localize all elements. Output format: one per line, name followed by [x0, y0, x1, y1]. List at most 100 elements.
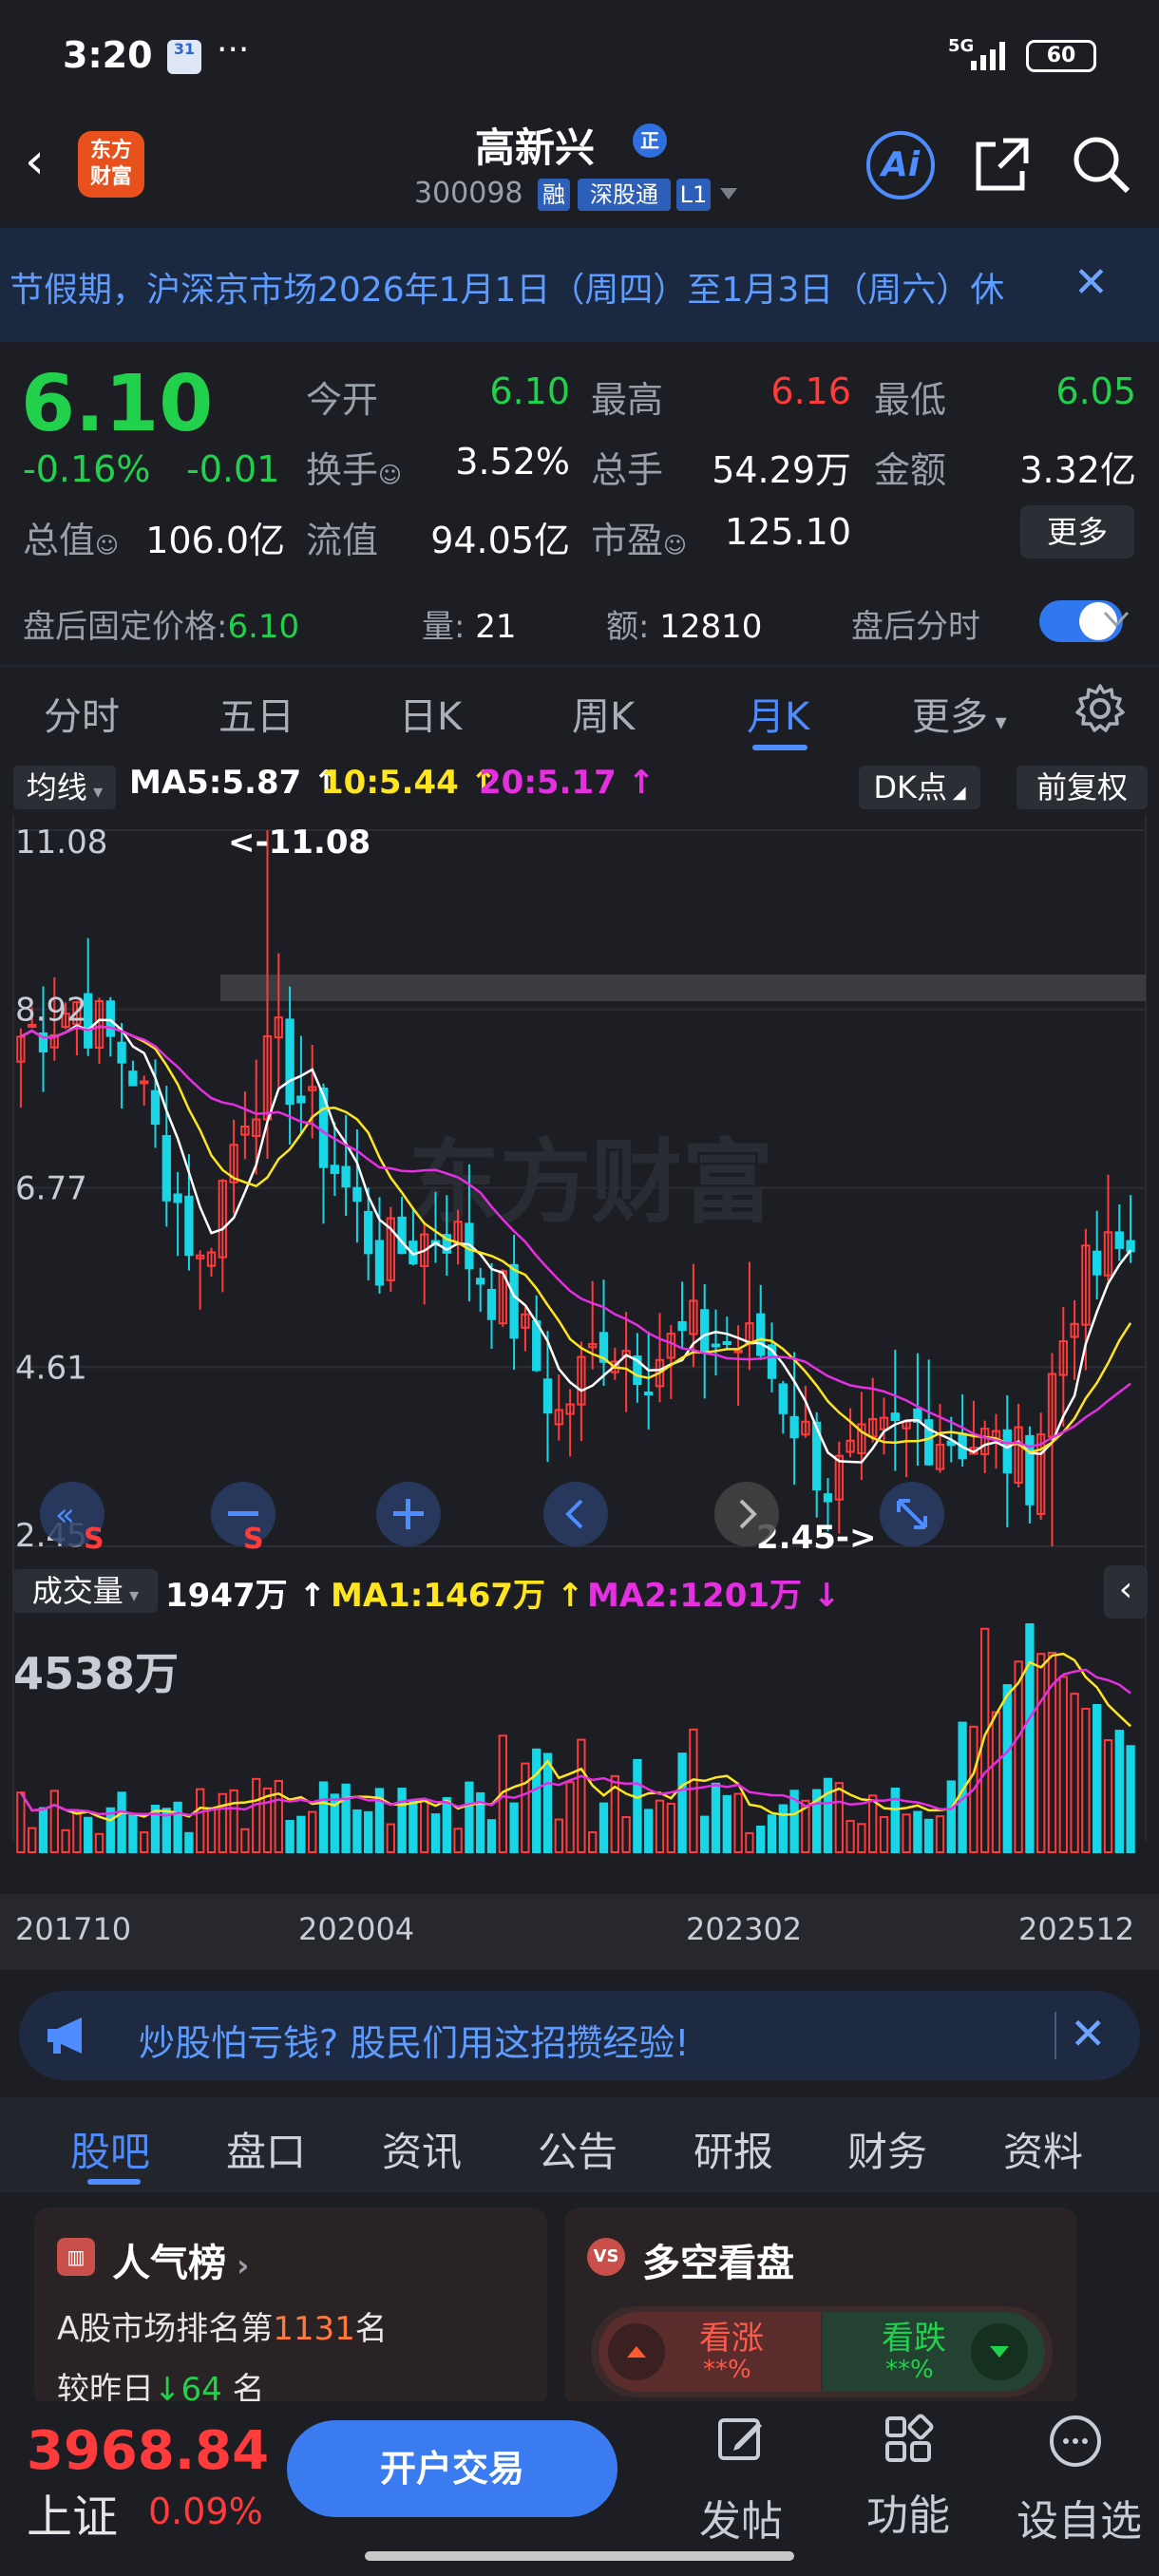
calendar-icon: 31 — [167, 40, 201, 74]
candle-body — [700, 1309, 710, 1352]
index-name[interactable]: 上证 — [27, 2479, 118, 2546]
home-indicator[interactable] — [365, 2551, 794, 2561]
volume-bar — [1025, 1623, 1035, 1853]
index-value[interactable]: 3968.84 — [27, 2420, 269, 2482]
volume-bar — [677, 1752, 687, 1853]
zoom-in-button[interactable] — [376, 1482, 441, 1546]
app-logo[interactable]: 东方 财富 — [78, 131, 144, 198]
tab-finance[interactable]: 财务 — [847, 2120, 927, 2178]
candle-body — [397, 1216, 407, 1255]
volume-label: 总手 — [591, 449, 664, 491]
volume-bar — [218, 1792, 227, 1853]
level-tag[interactable]: L1 — [676, 179, 711, 211]
dk-point-button[interactable]: DK点 ◢ — [859, 766, 980, 809]
tab-research[interactable]: 研报 — [694, 2120, 773, 2178]
chevron-down-icon[interactable] — [1102, 608, 1130, 631]
notice-close-button[interactable]: ✕ — [1074, 258, 1109, 307]
volume-bar — [442, 1796, 451, 1853]
y-axis-labels: 11.088.926.774.612.45 — [15, 824, 107, 1555]
apps-icon[interactable] — [882, 2413, 935, 2466]
promo-close-button[interactable]: ✕ — [1070, 2008, 1107, 2059]
volume-bar — [565, 1781, 575, 1854]
tab-intraday[interactable]: 分时 — [44, 686, 120, 741]
tab-five-day[interactable]: 五日 — [218, 686, 294, 741]
open-account-button[interactable]: 开户交易 — [287, 2420, 618, 2517]
chevron-down-icon[interactable] — [718, 186, 739, 201]
volume-bar — [128, 1814, 138, 1853]
gear-icon[interactable] — [1074, 682, 1127, 735]
tab-more[interactable]: 更多 ▾ — [912, 686, 1007, 741]
popularity-title: 人气榜 › — [112, 2242, 250, 2285]
volume-bar — [184, 1831, 194, 1854]
after-hours-volume: 量: 21 — [422, 608, 517, 646]
volume-bar — [341, 1783, 351, 1853]
turnover-label[interactable]: 换手☺ — [306, 441, 402, 493]
volume-bar — [946, 1780, 956, 1853]
watchlist-icon[interactable] — [1047, 2413, 1104, 2470]
change-amount: -0.01 — [186, 448, 280, 490]
tab-monthly-k[interactable]: 月K — [747, 686, 809, 741]
adjust-mode-button[interactable]: 前复权 — [1016, 766, 1148, 809]
volume-bar — [49, 1790, 59, 1854]
functions-button[interactable]: 功能 — [851, 2481, 965, 2542]
candle-body — [184, 1195, 194, 1257]
volume-bar — [846, 1820, 855, 1853]
volume-bar — [1126, 1745, 1135, 1853]
add-watchlist-button[interactable]: 设自选 — [1001, 2487, 1157, 2548]
sentiment-title: 多空看盘 — [642, 2242, 794, 2285]
status-badge: 正 — [633, 123, 667, 158]
volume-bar — [430, 1813, 441, 1854]
amount-label: 金额 — [874, 449, 947, 491]
up-arrow-icon[interactable] — [608, 2323, 665, 2380]
vote-up-pct: **% — [703, 2356, 751, 2384]
x-axis-bar — [0, 1894, 1159, 1970]
x-tick: 202004 — [298, 1911, 415, 1947]
index-percent: 0.09% — [148, 2491, 263, 2532]
y-tick-label: 11.08 — [15, 824, 107, 862]
volume-bar — [1103, 1739, 1113, 1853]
tab-announcements[interactable]: 公告 — [538, 2120, 618, 2178]
volume-bar — [633, 1758, 642, 1853]
share-icon[interactable] — [971, 133, 1034, 196]
volume-svg[interactable] — [0, 1615, 1159, 1900]
ma-selector[interactable]: 均线 ▾ — [13, 766, 116, 809]
open-value: 6.10 — [489, 370, 570, 412]
pe-label[interactable]: 市盈☺ — [591, 511, 687, 563]
s-marker-1: S — [84, 1523, 104, 1556]
ai-assistant-button[interactable]: Ai — [866, 131, 935, 199]
tab-forum[interactable]: 股吧 — [70, 2120, 150, 2178]
candle-body — [644, 1392, 654, 1396]
volume-ma1: MA1:1467万 ↑ — [331, 1577, 584, 1615]
change-percent: -0.16% — [23, 448, 151, 490]
volume-bar — [991, 1711, 1001, 1853]
down-arrow-icon[interactable] — [971, 2323, 1028, 2380]
search-icon[interactable] — [1070, 133, 1132, 196]
market-cap-value: 106.0亿 — [145, 520, 285, 561]
tab-news[interactable]: 资讯 — [382, 2120, 462, 2178]
promo-text[interactable]: 炒股怕亏钱? 股民们用这招攒经验! — [139, 2014, 689, 2066]
tab-orderbook[interactable]: 盘口 — [226, 2120, 306, 2178]
candle-body — [677, 1320, 687, 1332]
more-quote-button[interactable]: 更多 — [1020, 505, 1134, 559]
after-hours-price: 盘后固定价格:6.10 — [23, 608, 300, 646]
edit-icon[interactable] — [714, 2413, 768, 2466]
fullscreen-button[interactable] — [880, 1482, 944, 1546]
tab-profile[interactable]: 资料 — [1003, 2120, 1083, 2178]
volume-bar — [598, 1802, 609, 1854]
back-button[interactable]: ‹ — [25, 133, 72, 190]
ma10-value: 10:5.44 ↑ — [321, 764, 498, 802]
scroll-right-button[interactable] — [714, 1482, 779, 1546]
volume-bar — [778, 1804, 788, 1854]
x-tick: 201710 — [15, 1911, 132, 1947]
after-hours-amount: 额: 12810 — [606, 608, 763, 646]
market-cap-label[interactable]: 总值☺ — [23, 511, 119, 563]
notice-text[interactable]: 节假期，沪深京市场2026年1月1日（周四）至1月3日（周六）休 — [0, 262, 1045, 312]
tab-weekly-k[interactable]: 周K — [572, 686, 635, 741]
scroll-left-button[interactable] — [543, 1482, 608, 1546]
tab-daily-k[interactable]: 日K — [399, 686, 462, 741]
volume-bar — [408, 1800, 418, 1854]
collapse-indicator-button[interactable]: ‹ — [1104, 1565, 1148, 1619]
volume-indicator-selector[interactable]: 成交量 ▾ — [13, 1569, 158, 1613]
volume-bar — [621, 1816, 631, 1854]
post-button[interactable]: 发帖 — [684, 2487, 798, 2548]
